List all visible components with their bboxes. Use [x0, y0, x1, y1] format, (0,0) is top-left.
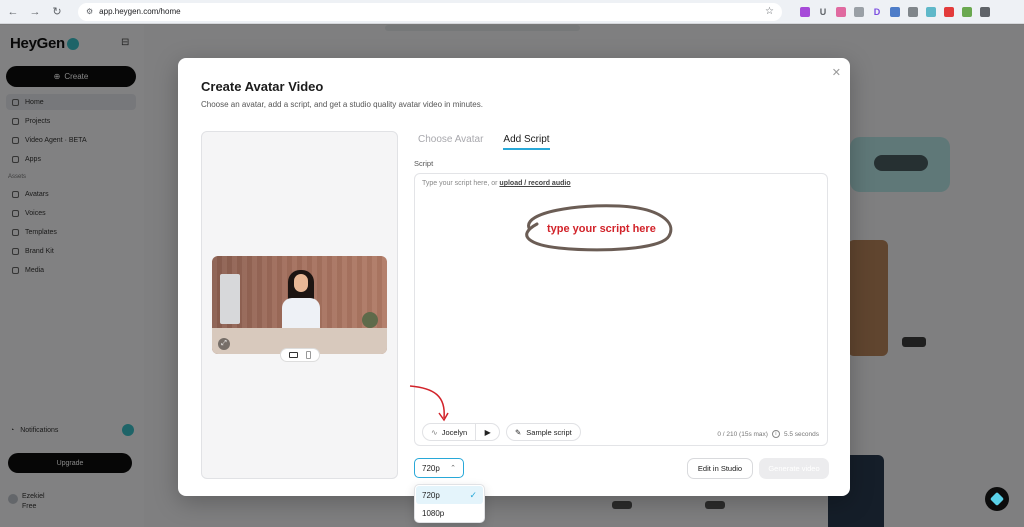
ext-bs-icon[interactable]	[890, 6, 900, 17]
ext-pink-icon[interactable]	[836, 6, 846, 17]
voice-name: Jocelyn	[441, 427, 468, 437]
check-icon: ✓	[469, 489, 477, 500]
forward-icon[interactable]: →	[28, 5, 42, 19]
gem-icon	[989, 491, 1005, 507]
expand-icon[interactable]: ⤢	[218, 338, 230, 350]
orientation-toggle[interactable]	[280, 348, 320, 362]
ext-purple-icon[interactable]	[800, 6, 810, 17]
resolution-option-1080p[interactable]: 1080p	[416, 504, 483, 522]
ext-u-icon[interactable]: U	[818, 7, 828, 17]
script-input[interactable]: Type your script here, or upload / recor…	[414, 173, 828, 446]
upload-record-audio-link[interactable]: upload / record audio	[499, 180, 570, 187]
assistant-fab[interactable]	[985, 487, 1009, 511]
landscape-icon[interactable]	[289, 352, 298, 358]
ext-blocks-icon[interactable]	[962, 6, 972, 17]
ext-heygen-icon[interactable]	[926, 6, 936, 17]
waveform-icon: ∿	[431, 427, 438, 437]
edit-in-studio-button[interactable]: Edit in Studio	[687, 458, 753, 479]
ext-puzzle-icon[interactable]	[980, 6, 990, 17]
script-label: Script	[414, 159, 434, 168]
tab-choose-avatar[interactable]: Choose Avatar	[418, 134, 483, 150]
modal-subtitle: Choose an avatar, add a script, and get …	[201, 100, 483, 109]
modal-title: Create Avatar Video	[201, 79, 324, 94]
extensions-bar: UD	[800, 6, 990, 17]
annotation-arrow	[409, 385, 449, 422]
ext-d-icon[interactable]: D	[872, 7, 882, 17]
script-counter: 0 / 210 (15s max) i 5.5 seconds	[717, 430, 819, 438]
ext-camera-icon[interactable]	[908, 6, 918, 17]
info-icon[interactable]: i	[771, 430, 780, 438]
resolution-option-720p[interactable]: 720p ✓	[416, 486, 483, 504]
annotation-text: type your script here	[547, 223, 656, 235]
avatar-preview-image[interactable]: ⤢	[212, 256, 387, 354]
resolution-dropdown: 720p ✓ 1080p	[414, 484, 485, 523]
tab-add-script[interactable]: Add Script	[503, 134, 550, 150]
monitor-shape	[220, 274, 240, 324]
bookmark-star-icon[interactable]: ☆	[765, 6, 774, 17]
ext-red-icon[interactable]	[944, 6, 954, 17]
sample-script-button[interactable]: ✎ Sample script	[506, 423, 581, 441]
close-icon[interactable]: ✕	[832, 66, 841, 79]
ext-grey-icon[interactable]	[854, 6, 864, 17]
address-bar[interactable]: ⚙ app.heygen.com/home ☆	[78, 2, 782, 21]
back-icon[interactable]: ←	[6, 5, 20, 19]
portrait-icon[interactable]	[306, 351, 311, 359]
chevron-up-icon: ⌃	[450, 465, 456, 472]
reload-icon[interactable]: ↻	[50, 5, 64, 19]
browser-toolbar: ← → ↻ ⚙ app.heygen.com/home ☆ UD	[0, 0, 1024, 24]
resolution-select[interactable]: 720p ⌃	[414, 458, 464, 478]
generate-video-button[interactable]: Generate video	[759, 458, 829, 479]
modal-tabs: Choose Avatar Add Script	[418, 134, 550, 150]
script-placeholder: Type your script here, or upload / recor…	[422, 180, 571, 187]
play-icon[interactable]: ▶	[475, 423, 499, 441]
site-settings-icon[interactable]: ⚙	[86, 7, 93, 16]
create-avatar-video-modal: ✕ Create Avatar Video Choose an avatar, …	[178, 58, 850, 496]
url-text: app.heygen.com/home	[99, 7, 181, 16]
avatar-preview-panel: ⤢	[201, 131, 398, 479]
magic-wand-icon: ✎	[515, 427, 522, 437]
